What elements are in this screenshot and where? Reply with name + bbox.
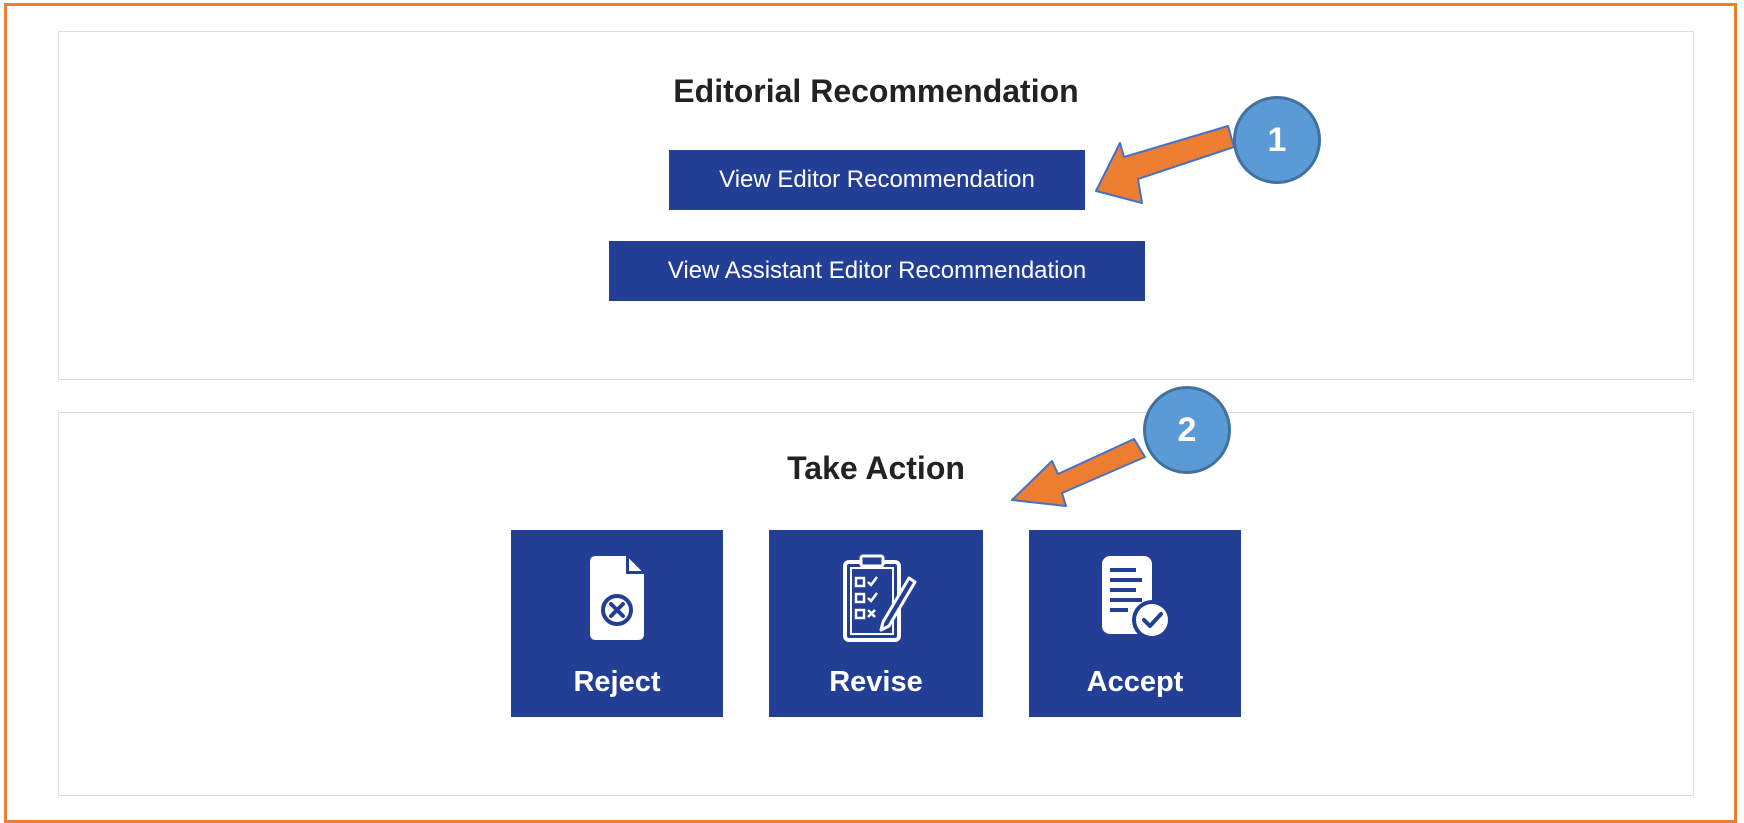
- revise-button[interactable]: Revise: [769, 530, 983, 717]
- accept-label: Accept: [1086, 666, 1184, 698]
- callout-2-badge: 2: [1143, 386, 1231, 474]
- editorial-recommendation-title: Editorial Recommendation: [673, 73, 1079, 109]
- take-action-title: Take Action: [787, 450, 965, 486]
- document-x-icon: [590, 553, 647, 640]
- clipboard-checklist-icon: [843, 554, 917, 642]
- view-assistant-editor-recommendation-button[interactable]: View Assistant Editor Recommendation: [609, 241, 1145, 301]
- take-action-panel: Take Action Reject Revise Accept: [58, 412, 1694, 796]
- callout-1-badge: 1: [1233, 96, 1321, 184]
- view-editor-recommendation-button[interactable]: View Editor Recommendation: [669, 150, 1085, 210]
- reject-button[interactable]: Reject: [511, 530, 723, 717]
- revise-label: Revise: [829, 666, 923, 698]
- reject-label: Reject: [573, 666, 661, 698]
- editorial-recommendation-panel: Editorial Recommendation View Editor Rec…: [58, 31, 1694, 380]
- accept-button[interactable]: Accept: [1029, 530, 1241, 717]
- document-check-icon: [1102, 556, 1172, 640]
